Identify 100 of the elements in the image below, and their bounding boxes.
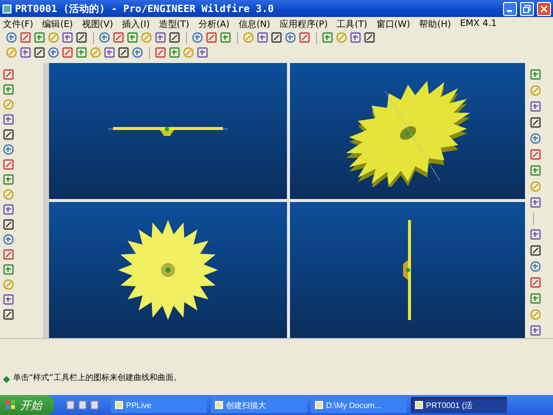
minimize-button[interactable]	[503, 2, 517, 16]
tool-icon	[530, 229, 542, 240]
app-icon	[2, 4, 12, 14]
tool-icon	[530, 133, 542, 144]
tool-icon	[3, 309, 14, 320]
close-icon	[540, 4, 548, 12]
tool-icon	[3, 204, 14, 215]
taskbar-button[interactable]: 创建扫描大	[211, 397, 307, 413]
tool-icon	[3, 279, 14, 290]
close-button[interactable]	[537, 2, 551, 16]
tool-icon	[243, 32, 254, 43]
toolbar-button[interactable]	[530, 197, 542, 209]
tool-icon	[285, 32, 296, 43]
tool-icon	[530, 277, 542, 288]
tool-icon	[169, 32, 180, 43]
window-icon	[415, 401, 423, 409]
tool-icon	[169, 47, 180, 58]
diamond-icon	[3, 376, 10, 383]
menu-item[interactable]: 分析(A)	[198, 18, 230, 30]
tool-icon	[90, 47, 101, 58]
window-icon	[215, 401, 223, 409]
menu-item[interactable]: 工具(T)	[336, 18, 368, 30]
toolbar-button[interactable]	[530, 117, 542, 129]
taskbar-button[interactable]: D:\My Docum...	[311, 397, 407, 413]
window-title: PRT0001 (活动的) - Pro/ENGINEER Wildfire 3.0	[15, 2, 275, 16]
tool-icon	[118, 47, 129, 58]
toolbar-button[interactable]	[62, 32, 74, 44]
tool-icon	[3, 249, 14, 260]
taskbar-button[interactable]: PRT0001 (活	[411, 397, 507, 413]
menu-item[interactable]: 插入(I)	[122, 18, 150, 30]
tool-icon	[364, 32, 375, 43]
tool-icon	[155, 32, 166, 43]
toolbar-button[interactable]	[530, 245, 542, 257]
toolbar-button[interactable]	[3, 114, 15, 126]
tool-icon	[132, 47, 143, 58]
toolbar-button[interactable]	[530, 325, 542, 337]
toolbar-button[interactable]	[3, 309, 15, 321]
tool-icon	[3, 174, 14, 185]
tool-icon	[76, 47, 87, 58]
tool-icon	[6, 32, 17, 43]
tool-icon	[336, 32, 347, 43]
restore-icon	[523, 4, 531, 12]
menu-item[interactable]: 视图(V)	[82, 18, 114, 30]
tool-icon	[3, 234, 14, 245]
tool-icon	[257, 32, 268, 43]
start-button[interactable]: 开始	[0, 395, 54, 415]
tool-icon	[20, 47, 31, 58]
toolbar-button[interactable]	[197, 47, 209, 59]
toolbar-button[interactable]	[257, 32, 269, 44]
window-icon	[315, 401, 323, 409]
tool-icon	[127, 32, 138, 43]
menu-item[interactable]: 文件(F)	[3, 18, 34, 30]
tool-icon	[3, 294, 14, 305]
menu-item[interactable]: 造型(T)	[158, 18, 190, 30]
tool-icon	[3, 144, 14, 155]
toolbar-button[interactable]	[34, 47, 46, 59]
menu-item[interactable]: 帮助(H)	[419, 18, 451, 30]
toolbar-button[interactable]	[350, 32, 362, 44]
menu-item[interactable]: 信息(N)	[238, 18, 270, 30]
tool-icon	[530, 181, 542, 192]
tool-icon	[3, 219, 14, 230]
restore-button[interactable]	[520, 2, 534, 16]
menu-item[interactable]: 编辑(E)	[42, 18, 73, 30]
tool-icon	[155, 47, 166, 58]
tool-icon	[99, 32, 110, 43]
menu-item[interactable]: 应用程序(P)	[279, 18, 328, 30]
tool-icon	[76, 32, 87, 43]
toolbar-button[interactable]	[76, 32, 88, 44]
tool-icon	[20, 32, 31, 43]
toolbar-button[interactable]	[155, 32, 167, 44]
tool-icon	[34, 47, 45, 58]
tool-icon	[322, 32, 333, 43]
splitter-bar[interactable]	[42, 63, 50, 338]
window-icon	[115, 401, 123, 409]
toolbar-button[interactable]	[3, 129, 15, 141]
toolbar-button[interactable]	[364, 32, 376, 44]
menu-item[interactable]: 窗口(W)	[376, 18, 410, 30]
taskbar-button[interactable]: PPLive	[111, 397, 207, 413]
toolbar-button[interactable]	[271, 32, 283, 44]
toolbar-button[interactable]	[530, 101, 542, 113]
toolbar-button[interactable]	[3, 219, 15, 231]
tool-icon	[3, 129, 14, 140]
toolbar-button[interactable]	[169, 32, 181, 44]
tool-icon	[113, 32, 124, 43]
tool-icon	[48, 47, 59, 58]
menu-item[interactable]: EMX 4.1	[460, 19, 497, 29]
toolbar-button[interactable]	[530, 229, 542, 241]
tool-icon	[530, 261, 542, 272]
status-message: 单击“样式”工具栏上的图标来创建曲线和曲面。	[13, 372, 182, 383]
tool-icon	[530, 325, 542, 336]
toolbar-button[interactable]	[20, 47, 32, 59]
toolbar-button[interactable]	[104, 47, 116, 59]
tool-icon	[206, 32, 217, 43]
tool-icon	[62, 32, 73, 43]
tool-icon	[3, 69, 14, 80]
toolbar-button[interactable]	[3, 204, 15, 216]
tool-icon	[3, 114, 14, 125]
toolbar-button[interactable]	[118, 47, 130, 59]
toolbar-button[interactable]	[3, 294, 15, 306]
tool-icon	[192, 32, 203, 43]
